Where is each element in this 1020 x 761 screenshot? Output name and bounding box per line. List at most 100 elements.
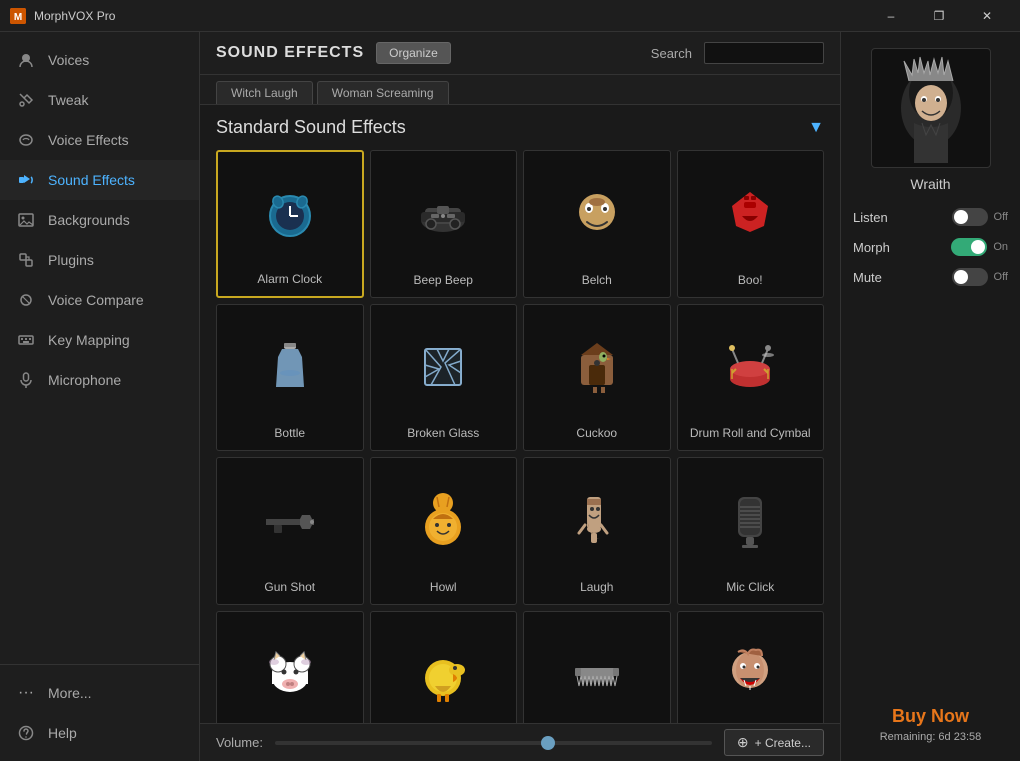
backgrounds-icon	[16, 210, 36, 230]
microphone-icon	[16, 370, 36, 390]
sfx-icon-alarm-clock	[222, 160, 358, 268]
window-controls: – ❐ ✕	[868, 0, 1010, 32]
mute-label: Mute	[853, 270, 882, 285]
sfx-icon-scream	[682, 620, 820, 724]
sidebar-item-more[interactable]: ··· More...	[0, 673, 199, 713]
sfx-icon-broken-glass	[375, 313, 513, 423]
volume-slider[interactable]	[275, 741, 712, 745]
sfx-icon-gun-shot	[221, 466, 359, 576]
sfx-icon-drum-roll	[682, 313, 820, 423]
sfx-item-boo[interactable]: Boo!	[677, 150, 825, 298]
sidebar-item-key-mapping[interactable]: Key Mapping	[0, 320, 199, 360]
section-collapse-icon[interactable]: ▼	[808, 119, 824, 137]
close-button[interactable]: ✕	[964, 0, 1010, 32]
content-header: SOUND EFFECTS Organize Search	[200, 32, 840, 75]
sfx-icon-laugh	[528, 466, 666, 576]
buy-now-section: Buy Now Remaining: 6d 23:58	[880, 706, 982, 745]
sfx-label-bottle: Bottle	[274, 426, 305, 442]
sfx-item-laugh[interactable]: Laugh	[523, 457, 671, 605]
sfx-item-broken-glass[interactable]: Broken Glass	[370, 304, 518, 452]
listen-toggle[interactable]	[952, 208, 988, 226]
organize-button[interactable]: Organize	[376, 42, 451, 64]
section-heading: Standard Sound Effects	[216, 117, 406, 138]
listen-control: Listen Off	[853, 208, 1008, 226]
sfx-icon-beep-beep	[375, 159, 513, 269]
maximize-button[interactable]: ❐	[916, 0, 962, 32]
sfx-label-gun-shot: Gun Shot	[264, 580, 315, 596]
avatar-name: Wraith	[910, 176, 950, 192]
tab-woman-screaming[interactable]: Woman Screaming	[317, 81, 449, 104]
volume-bar: Volume: ⊕ + Create...	[200, 723, 840, 761]
tabs-bar: Witch Laugh Woman Screaming	[200, 75, 840, 105]
sidebar-item-label: More...	[48, 685, 92, 701]
app-icon: M	[10, 8, 26, 24]
sidebar-item-microphone[interactable]: Microphone	[0, 360, 199, 400]
sfx-icon-howl	[375, 466, 513, 576]
right-panel: Wraith Listen Off Morph On Mute	[840, 32, 1020, 761]
sidebar-item-voice-effects[interactable]: Voice Effects	[0, 120, 199, 160]
sidebar-item-label: Microphone	[48, 372, 121, 388]
sfx-area[interactable]: Standard Sound Effects ▼	[200, 105, 840, 723]
sidebar-item-voice-compare[interactable]: Voice Compare	[0, 280, 199, 320]
sidebar-item-voices[interactable]: Voices	[0, 40, 199, 80]
app-layout: Voices Tweak Voice Effects	[0, 32, 1020, 761]
sfx-item-moo[interactable]: Moo	[216, 611, 364, 724]
avatar-image	[876, 53, 986, 163]
section-header: Standard Sound Effects ▼	[216, 117, 824, 138]
search-input[interactable]	[704, 42, 824, 64]
sidebar-item-label: Plugins	[48, 252, 94, 268]
morph-control: Morph On	[853, 238, 1008, 256]
morph-toggle[interactable]	[951, 238, 987, 256]
voices-icon	[16, 50, 36, 70]
titlebar: M MorphVOX Pro – ❐ ✕	[0, 0, 1020, 32]
morph-toggle-container: On	[951, 238, 1008, 256]
sfx-item-quack[interactable]: Quack	[370, 611, 518, 724]
sfx-item-belch[interactable]: Belch	[523, 150, 671, 298]
key-mapping-icon	[16, 330, 36, 350]
tab-witch-laugh[interactable]: Witch Laugh	[216, 81, 313, 104]
buy-now-button[interactable]: Buy Now	[880, 706, 982, 727]
sfx-icon-quack	[375, 620, 513, 724]
sfx-item-bottle[interactable]: Bottle	[216, 304, 364, 452]
volume-label: Volume:	[216, 735, 263, 750]
sidebar-item-tweak[interactable]: Tweak	[0, 80, 199, 120]
create-label: + Create...	[755, 736, 811, 750]
sound-effects-icon	[16, 170, 36, 190]
sfx-grid: Alarm Clock	[216, 150, 824, 723]
remaining-text: Remaining: 6d 23:58	[880, 731, 982, 743]
sfx-label-belch: Belch	[582, 273, 612, 289]
sidebar-item-label: Tweak	[48, 92, 88, 108]
mute-toggle[interactable]	[952, 268, 988, 286]
listen-state: Off	[994, 211, 1008, 223]
create-button[interactable]: ⊕ + Create...	[724, 729, 824, 756]
sfx-item-scream[interactable]: Scream	[677, 611, 825, 724]
sfx-item-cuckoo[interactable]: Cuckoo	[523, 304, 671, 452]
mute-state: Off	[994, 271, 1008, 283]
sidebar-item-help[interactable]: Help	[0, 713, 199, 753]
mute-toggle-container: Off	[952, 268, 1008, 286]
sfx-item-saw[interactable]: Saw	[523, 611, 671, 724]
sfx-icon-cuckoo	[528, 313, 666, 423]
sfx-item-drum-roll[interactable]: Drum Roll and Cymbal	[677, 304, 825, 452]
sidebar-item-label: Voice Effects	[48, 132, 129, 148]
sidebar-item-backgrounds[interactable]: Backgrounds	[0, 200, 199, 240]
sfx-icon-boo	[682, 159, 820, 269]
sfx-item-beep-beep[interactable]: Beep Beep	[370, 150, 518, 298]
sfx-item-mic-click[interactable]: Mic Click	[677, 457, 825, 605]
sfx-item-alarm-clock[interactable]: Alarm Clock	[216, 150, 364, 298]
sidebar-item-plugins[interactable]: Plugins	[0, 240, 199, 280]
sfx-item-gun-shot[interactable]: Gun Shot	[216, 457, 364, 605]
sfx-icon-saw	[528, 620, 666, 724]
voice-compare-icon	[16, 290, 36, 310]
sfx-label-boo: Boo!	[738, 273, 763, 289]
voice-effects-icon	[16, 130, 36, 150]
sfx-label-howl: Howl	[430, 580, 457, 596]
sidebar-item-sound-effects[interactable]: Sound Effects	[0, 160, 199, 200]
mute-toggle-thumb	[954, 270, 968, 284]
sidebar-item-label: Help	[48, 725, 77, 741]
sfx-item-howl[interactable]: Howl	[370, 457, 518, 605]
sfx-icon-belch	[528, 159, 666, 269]
listen-toggle-container: Off	[952, 208, 1008, 226]
minimize-button[interactable]: –	[868, 0, 914, 32]
help-icon	[16, 723, 36, 743]
